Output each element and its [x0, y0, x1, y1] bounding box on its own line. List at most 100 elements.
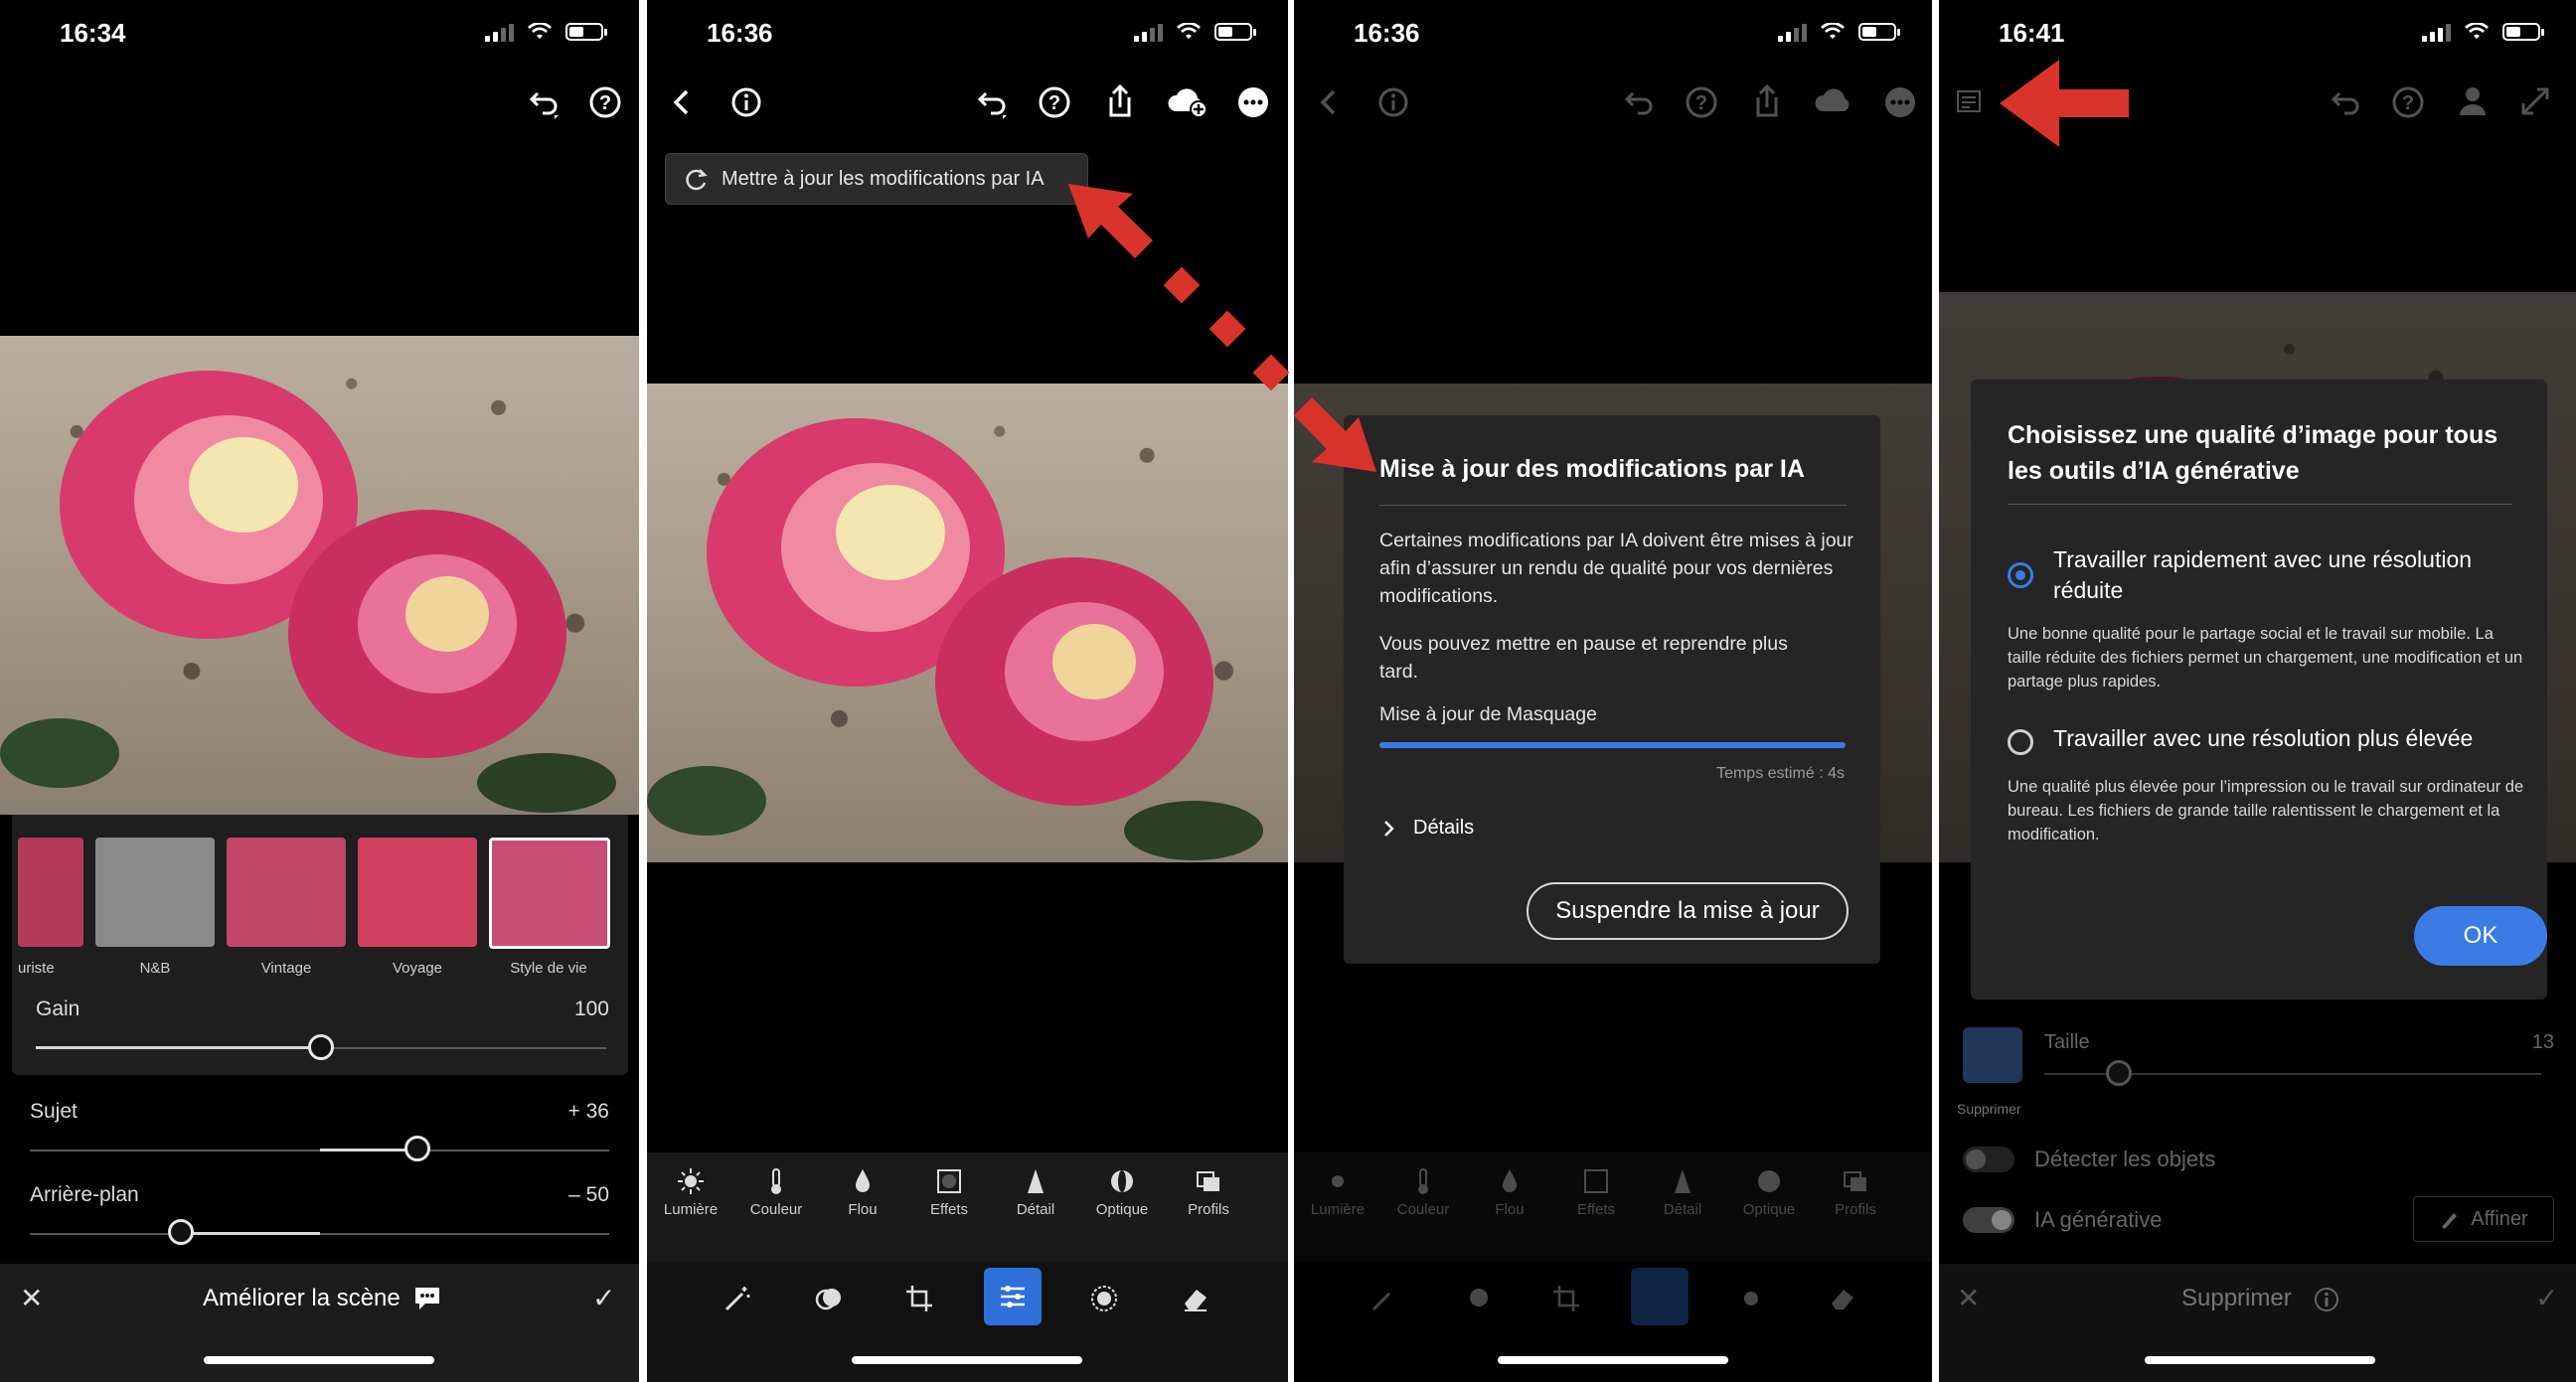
dialog-body: Certaines modifications par IA doivent ê…	[1379, 530, 1853, 607]
phone-screen-1: 16:34 ? uriste N&B Vintage Voyage Style …	[0, 0, 639, 1382]
feedback-icon[interactable]	[412, 1285, 442, 1312]
progress-label: Mise à jour de Masquage	[1379, 703, 1597, 725]
tab-profils[interactable]: Profils	[1179, 1166, 1238, 1218]
gain-slider-knob[interactable]	[308, 1034, 334, 1060]
status-icons	[485, 22, 607, 42]
progress-bar	[1379, 742, 1846, 748]
edit-tool-selected[interactable]	[984, 1268, 1042, 1325]
share-icon[interactable]	[1103, 83, 1137, 119]
gen-ai-label: IA générative	[2034, 1207, 2163, 1232]
gain-label: Gain	[36, 998, 80, 1020]
mask-icon[interactable]	[814, 1284, 844, 1313]
phone-screen-4: 16:41 ? Choisissez une qualité d’image p…	[1939, 0, 2576, 1382]
option1-desc: Une bonne qualité pour le partage social…	[2008, 625, 2523, 691]
tab-optique[interactable]: Optique	[1092, 1166, 1152, 1218]
more-icon	[1883, 85, 1917, 119]
sujet-label: Sujet	[30, 1100, 78, 1123]
chevron-right-icon	[1384, 820, 1394, 837]
magic-wand-icon[interactable]	[723, 1284, 752, 1313]
close-icon: ✕	[1957, 1283, 1981, 1313]
tab-lumiere[interactable]: Lumière	[661, 1166, 721, 1218]
status-icons	[1778, 22, 1900, 42]
option1-title: Travailler rapidement avec une résolutio…	[2053, 546, 2473, 603]
preset-label: Style de vie	[510, 960, 587, 977]
svg-text:?: ?	[599, 92, 611, 114]
preset-label: Voyage	[392, 960, 443, 977]
divider	[2008, 504, 2512, 505]
confirm-icon[interactable]: ✓	[592, 1282, 615, 1314]
tab-effets: Effets	[1566, 1166, 1626, 1218]
tab-flou[interactable]: Flou	[833, 1166, 892, 1218]
svg-text:?: ?	[2402, 92, 2414, 114]
detect-objects-toggle	[1963, 1147, 2014, 1172]
arriere-plan-label: Arrière-plan	[30, 1183, 139, 1206]
preset-thumb[interactable]	[18, 838, 83, 947]
preset-thumb[interactable]	[227, 838, 346, 947]
pause-update-button[interactable]: Suspendre la mise à jour	[1527, 882, 1849, 940]
gain-slider-fill	[36, 1046, 324, 1049]
radio-high-res[interactable]	[2008, 729, 2033, 755]
signal-icon	[1778, 22, 1807, 42]
divider	[1379, 505, 1847, 506]
triangle-icon	[1028, 1169, 1044, 1193]
details-label: Détails	[1413, 817, 1475, 839]
sun-icon	[1332, 1175, 1344, 1187]
close-icon[interactable]: ✕	[20, 1282, 43, 1314]
tab-label: Couleur	[1396, 1201, 1450, 1218]
lens-icon	[1758, 1170, 1780, 1192]
cloud-add-icon[interactable]	[1166, 85, 1208, 119]
crop-icon[interactable]	[904, 1284, 934, 1313]
share-icon	[1750, 83, 1784, 119]
ok-button[interactable]: OK	[2414, 906, 2547, 966]
dialog-title: Choisissez une qualité d’image pour tous…	[2008, 421, 2498, 485]
tab-detail[interactable]: Détail	[1006, 1166, 1065, 1218]
back-icon[interactable]	[667, 85, 697, 119]
vignette-icon	[1584, 1169, 1608, 1193]
radio-low-res[interactable]	[2008, 562, 2033, 588]
home-indicator	[852, 1356, 1082, 1364]
eraser-icon[interactable]	[1181, 1284, 1210, 1313]
ai-update-button[interactable]: Mettre à jour les modifications par IA	[665, 153, 1088, 205]
gen-ai-toggle	[1963, 1207, 2014, 1233]
home-indicator	[204, 1356, 434, 1364]
dialog-body: Vous pouvez mettre en pause et reprendre…	[1379, 633, 1788, 683]
help-icon[interactable]: ?	[588, 85, 622, 119]
tab-label: Profils	[1188, 1201, 1229, 1218]
undo-icon	[1620, 85, 1656, 121]
sujet-slider-fill	[320, 1149, 417, 1152]
edit-tool-selected	[1631, 1268, 1689, 1325]
sujet-value: + 36	[567, 1100, 609, 1123]
home-indicator	[1498, 1356, 1728, 1364]
svg-text:?: ?	[1695, 92, 1707, 114]
triangle-icon	[1675, 1169, 1690, 1193]
affiner-label: Affiner	[2471, 1207, 2528, 1230]
help-icon[interactable]: ?	[1038, 85, 1071, 119]
battery-icon	[565, 23, 607, 41]
tab-couleur[interactable]: Couleur	[746, 1166, 806, 1218]
preset-thumb[interactable]	[358, 838, 477, 947]
bottom-bar	[1939, 1264, 2576, 1382]
tab-label: Lumière	[663, 1201, 719, 1218]
thermometer-icon	[1418, 1168, 1428, 1194]
tab-label: Profils	[1835, 1201, 1876, 1218]
brush-icon	[2442, 1213, 2458, 1229]
preset-thumb-selected[interactable]	[489, 838, 610, 949]
wifi-icon	[1177, 23, 1201, 39]
undo-icon[interactable]	[973, 85, 1009, 121]
sujet-slider-knob[interactable]	[404, 1136, 430, 1161]
arriere-plan-slider-knob[interactable]	[168, 1219, 194, 1245]
info-icon[interactable]	[729, 85, 763, 119]
undo-icon[interactable]	[525, 85, 561, 121]
rose-photo	[0, 336, 639, 815]
refresh-icon	[686, 169, 708, 191]
details-toggle[interactable]: Détails	[1379, 817, 1474, 840]
battery-icon	[1858, 23, 1900, 41]
more-icon[interactable]	[1236, 85, 1270, 119]
drop-icon	[1503, 1169, 1517, 1192]
info-icon	[2313, 1286, 2340, 1313]
status-icons	[2422, 22, 2544, 42]
blur-brush-icon[interactable]	[1089, 1284, 1119, 1313]
preset-thumb[interactable]	[95, 838, 215, 947]
tab-effets[interactable]: Effets	[919, 1166, 979, 1218]
option2-title: Travailler avec une résolution plus élev…	[2053, 725, 2474, 751]
